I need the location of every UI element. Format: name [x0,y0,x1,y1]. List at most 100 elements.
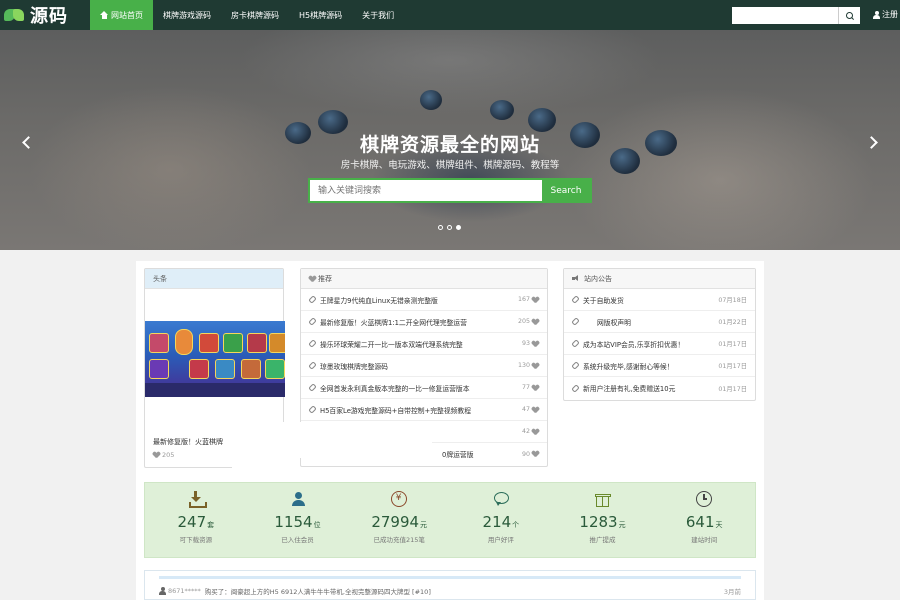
stat-recharge: 27994元 已成功充值215笔 [348,483,450,557]
stat-value: 247 [177,513,207,531]
count-value: 47 [521,406,530,413]
game-tile [199,333,219,353]
notice-item[interactable]: 网版权声明 01月22日 [564,311,755,333]
feature-title[interactable]: 最新修复版！火蓝棋牌 [153,437,223,447]
notice-item[interactable]: 系统升级完毕,感谢耐心等候！ 01月17日 [564,355,755,377]
stat-value: 641 [685,513,715,531]
blank-overlay [232,422,432,458]
clock-icon [696,491,713,507]
heart-icon [532,385,539,391]
game-tile [149,333,169,353]
nav-item-h5-source[interactable]: H5棋牌源码 [289,0,352,30]
nav-item-home[interactable]: 网站首页 [90,0,153,30]
count-value: 130 [517,362,530,369]
stat-value-row: 247 套 [178,513,215,531]
nav-menu: 网站首页 棋牌游戏源码 房卡棋牌源码 H5棋牌源码 关于我们 [90,0,404,30]
chip-graphic [528,108,556,132]
count-value: 42 [521,428,530,435]
count-value: 205 [517,318,530,325]
game-footer-bar [145,383,285,397]
carousel-indicators [438,225,461,230]
user-icon [873,10,880,19]
list-item[interactable]: 最新修复版！火蓝棋牌1:1二开全网代理完整运营 205 [301,311,547,333]
nav-item-chess-source[interactable]: 棋牌游戏源码 [153,0,221,30]
count-value: 77 [521,384,530,391]
panel-header: 推荐 [301,269,547,289]
nav-item-label: 关于我们 [362,10,395,20]
nav-item-label: H5棋牌源码 [299,10,343,20]
count-value: 90 [521,450,530,458]
stat-unit: 套 [207,521,215,529]
nav-search [732,7,860,24]
stat-unit: 位 [313,521,321,529]
notice-title: 成为本站VIP会员,乐享折扣优惠！ [583,340,685,349]
heart-icon [532,319,539,325]
logo-icon [4,7,26,23]
stat-commission: 1283 元 推广提成 [552,483,654,557]
stat-resources: 247 套 可下载资源 [145,483,247,557]
count-value: 167 [517,296,530,303]
nav-item-about[interactable]: 关于我们 [352,0,404,30]
heart-icon [532,341,539,347]
list-item[interactable]: 全网首发永利真金版本完整的一比一修复运营版本 77 [301,377,547,399]
user-icon [159,586,166,595]
link-icon [309,318,316,325]
feature-meta: 205 [153,451,174,459]
stat-label: 用户好评 [487,536,514,544]
panel-title: 站内公告 [584,274,612,283]
heart-icon [309,276,316,282]
notice-date: 01月22日 [718,319,747,326]
stat-unit: 元 [618,521,626,529]
stat-value-row: 214 个 [483,513,520,531]
game-tile [241,359,261,379]
stat-unit: 个 [512,521,520,529]
item-count: 130 [518,362,539,369]
game-tile [223,333,243,353]
stat-label: 已成功充值215笔 [373,536,425,544]
speaker-icon [572,275,580,282]
ticker-time: 3月前 [723,587,741,596]
list-item[interactable]: H5百家Le游戏完整源码+自带控制+完整视频教程 47 [301,399,547,421]
count-value: 93 [521,340,530,347]
nav-search-button[interactable] [838,7,860,24]
hero-search-input[interactable] [310,180,542,201]
hero-search-button[interactable]: Search [542,180,590,201]
item-count: 93 [522,340,539,347]
register-link[interactable]: 注册 [873,9,898,20]
notice-item[interactable]: 关于自助发货 07月18日 [564,289,755,311]
panel-title: 头条 [145,269,283,289]
chip-graphic [420,90,442,110]
site-logo[interactable]: 源码 [0,0,90,30]
ticker-row[interactable]: 8671***** 购买了：闽豪超上方的H5 6912人满牛牛牛带机,全视完整源… [159,576,741,596]
purchase-ticker: 8671***** 购买了：闽豪超上方的H5 6912人满牛牛牛带机,全视完整源… [144,570,756,600]
ticker-user: 8671***** [168,586,201,595]
list-item[interactable]: 琼墨玫瑰棋牌完整源码 130 [301,355,547,377]
game-tile [247,333,267,353]
panel-header: 站内公告 [564,269,755,289]
item-count: 47 [522,406,539,413]
carousel-dot-active[interactable] [456,225,461,230]
link-icon [572,385,579,392]
game-tile [269,333,285,353]
list-item[interactable]: 操乐环球荣耀二开一比一版本双端代理系统完整 93 [301,333,547,355]
nav-item-roomcard-source[interactable]: 房卡棋牌源码 [221,0,289,30]
users-icon [290,491,306,507]
hero-search: Search [308,178,592,203]
coin-icon [391,491,408,507]
link-icon [572,318,579,325]
feature-image[interactable] [145,321,285,397]
notice-item[interactable]: 成为本站VIP会员,乐享折扣优惠！ 01月17日 [564,333,755,355]
game-tile [215,359,235,379]
hero-title: 棋牌资源最全的网站 [359,134,540,156]
carousel-dot[interactable] [438,225,443,230]
nav-search-input[interactable] [732,7,838,24]
notice-item[interactable]: 新用户注册有礼,免费赠送10元 01月17日 [564,377,755,399]
download-icon [188,491,207,508]
list-item[interactable]: 王牌星力9代纯血Linux无错亲测完整版 167 [301,289,547,311]
link-icon [309,296,316,303]
game-tile [189,359,209,379]
link-icon [572,296,579,303]
stat-unit: 天 [715,521,723,529]
carousel-dot[interactable] [447,225,452,230]
nav-item-label: 房卡棋牌源码 [231,10,279,20]
